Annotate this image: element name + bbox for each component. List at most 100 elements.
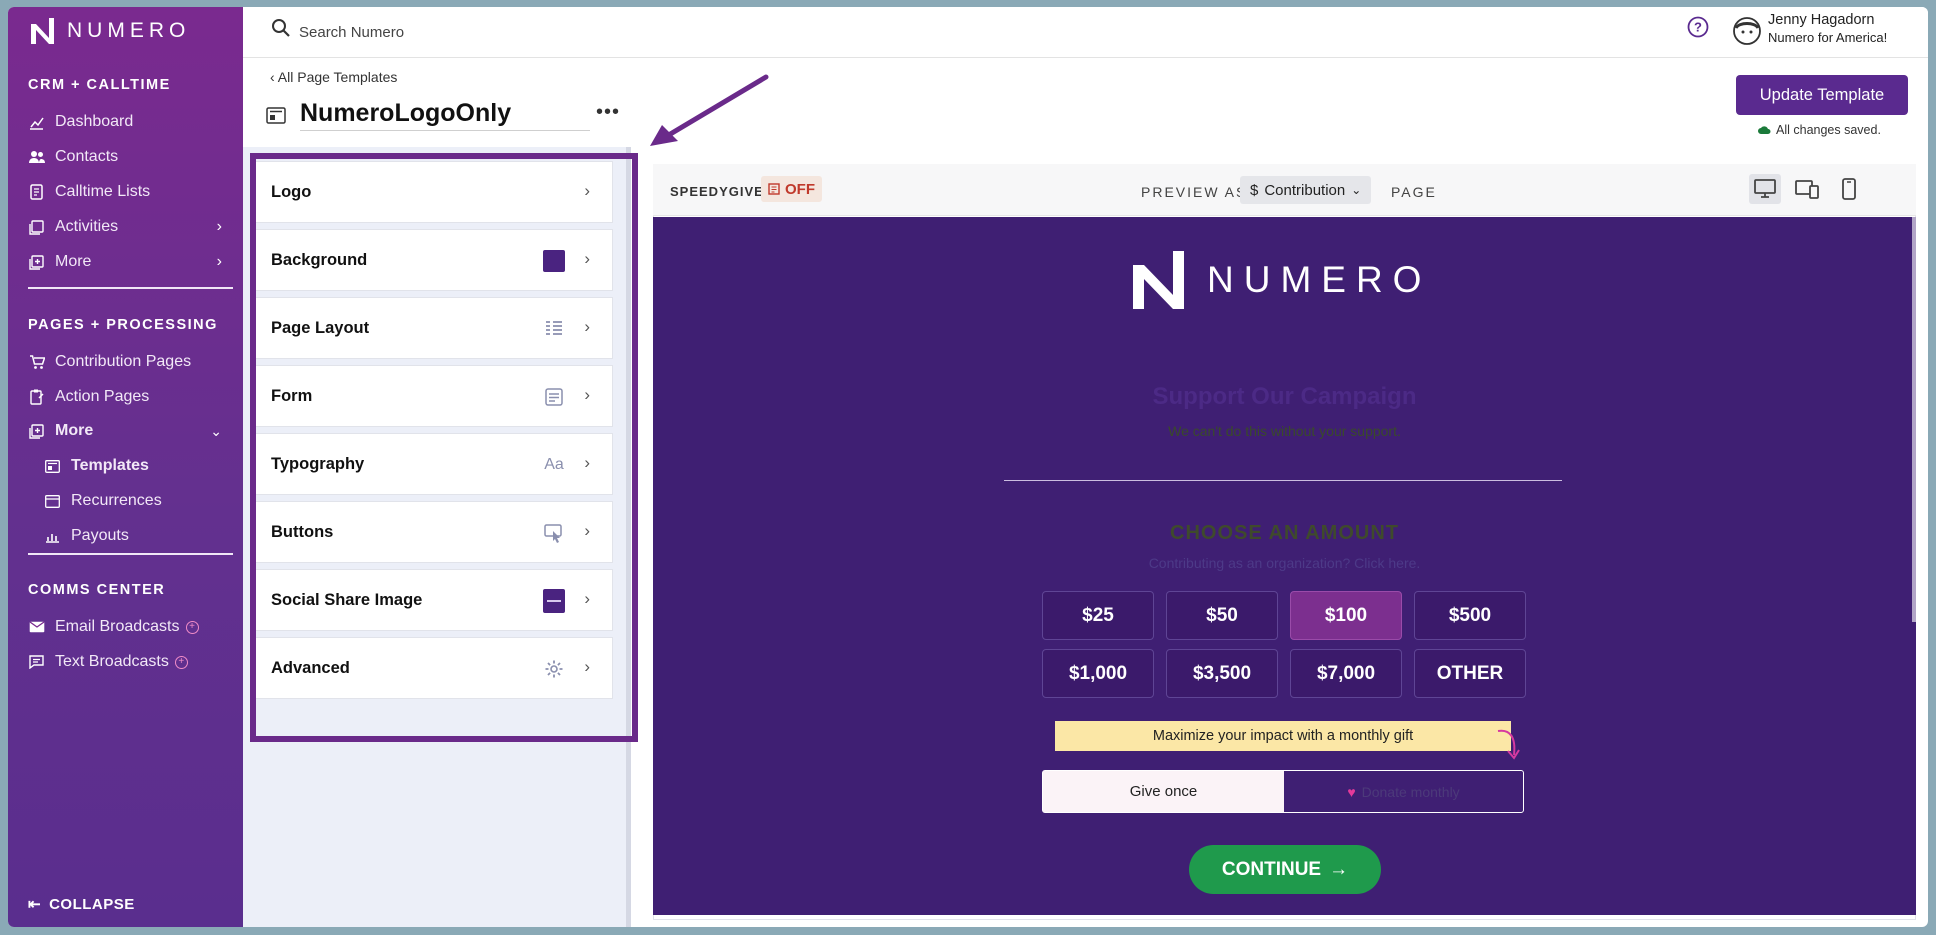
sidebar-item-label: Payouts xyxy=(71,527,129,544)
section-pages-processing: PAGES + PROCESSING xyxy=(28,317,218,333)
template-icon xyxy=(44,458,61,475)
sidebar-item-label: Calltime Lists xyxy=(55,183,151,200)
donate-monthly-option[interactable]: ♥ Donate monthly xyxy=(1284,771,1523,812)
clipboard-icon xyxy=(28,389,45,406)
mobile-icon xyxy=(1842,178,1856,200)
sidebar-item-templates[interactable]: Templates xyxy=(44,453,244,479)
sidebar-item-calltime-lists[interactable]: Calltime Lists xyxy=(28,179,228,205)
sidebar-item-action-pages[interactable]: Action Pages xyxy=(28,384,228,410)
desktop-view-button[interactable] xyxy=(1749,174,1781,204)
save-status: All changes saved. xyxy=(1758,123,1881,137)
payout-icon xyxy=(44,528,61,545)
sidebar-item-label: Dashboard xyxy=(55,113,134,130)
sidebar-item-label: Activities xyxy=(55,218,119,235)
speedygive-label: SPEEDYGIVE xyxy=(670,184,764,199)
sidebar: NUMERO CRM + CALLTIME Dashboard Contacts… xyxy=(8,7,243,927)
preview-page-label: PAGE xyxy=(1391,184,1437,200)
section-crm-calltime: CRM + CALLTIME xyxy=(28,77,171,93)
collapse-arrow-icon: ⇤ xyxy=(28,896,42,913)
preview-as-label: PREVIEW AS xyxy=(1141,184,1248,200)
amount-button[interactable]: $50 xyxy=(1166,591,1278,640)
tablet-view-button[interactable] xyxy=(1791,174,1823,204)
sidebar-item-label: Recurrences xyxy=(71,492,162,509)
dollar-icon: $ xyxy=(1250,181,1259,199)
sidebar-item-label: Contacts xyxy=(55,148,119,165)
sidebar-divider xyxy=(28,553,233,555)
add-icon[interactable]: + xyxy=(185,620,199,634)
search-input[interactable] xyxy=(299,19,799,45)
donate-monthly-label: Donate monthly xyxy=(1361,783,1460,800)
preview-scrollbar[interactable] xyxy=(1912,217,1916,622)
email-icon xyxy=(28,619,45,636)
amount-button[interactable]: $25 xyxy=(1042,591,1154,640)
section-comms-center: COMMS CENTER xyxy=(28,582,166,598)
app-window: NUMERO CRM + CALLTIME Dashboard Contacts… xyxy=(8,7,1928,927)
sidebar-item-payouts[interactable]: Payouts xyxy=(44,523,244,549)
user-organization: Numero for America! xyxy=(1768,30,1888,45)
text-icon xyxy=(28,654,45,671)
organization-link[interactable]: Contributing as an organization? Click h… xyxy=(653,555,1916,571)
amount-button[interactable]: $500 xyxy=(1414,591,1526,640)
continue-button[interactable]: CONTINUE → xyxy=(1189,845,1381,894)
sidebar-item-email-broadcasts[interactable]: Email Broadcasts + xyxy=(28,614,228,640)
logo-wordmark: NUMERO xyxy=(67,19,191,42)
preview-logo: NUMERO xyxy=(1133,251,1431,309)
gift-frequency-toggle: Give once ♥ Donate monthly xyxy=(1042,770,1524,813)
preview-divider xyxy=(1004,480,1562,481)
mobile-view-button[interactable] xyxy=(1833,174,1865,204)
chevron-down-icon: ⌄ xyxy=(210,422,222,439)
sidebar-item-dashboard[interactable]: Dashboard xyxy=(28,109,228,135)
search-icon xyxy=(272,19,290,37)
amount-button[interactable]: $1,000 xyxy=(1042,649,1154,698)
amount-other-button[interactable]: OTHER xyxy=(1414,649,1526,698)
more-options-icon[interactable]: ••• xyxy=(596,102,620,122)
more-icon xyxy=(28,423,45,440)
speedygive-toggle[interactable]: OFF xyxy=(761,176,822,202)
sidebar-item-contribution-pages[interactable]: Contribution Pages xyxy=(28,349,228,375)
update-template-button[interactable]: Update Template xyxy=(1736,75,1908,115)
amount-button-selected[interactable]: $100 xyxy=(1290,591,1402,640)
sidebar-item-recurrences[interactable]: Recurrences xyxy=(44,488,244,514)
phone-list-icon xyxy=(28,184,45,201)
preview-as-value: Contribution xyxy=(1264,181,1346,199)
arrow-right-icon: → xyxy=(1329,858,1349,880)
sidebar-item-label: Email Broadcasts xyxy=(55,618,180,635)
cloud-check-icon xyxy=(1758,126,1771,134)
preview-canvas: NUMERO Support Our Campaign We can't do … xyxy=(653,217,1916,915)
give-once-option[interactable]: Give once xyxy=(1043,771,1284,812)
sidebar-item-label: More xyxy=(55,253,92,270)
sidebar-item-more-pages[interactable]: More ⌄ xyxy=(28,418,228,444)
sidebar-item-label: Templates xyxy=(71,457,149,474)
user-name[interactable]: Jenny Hagadorn xyxy=(1768,12,1874,28)
numero-logo[interactable]: NUMERO xyxy=(31,15,190,47)
choose-amount-heading: CHOOSE AN AMOUNT xyxy=(1170,522,1399,544)
numero-mark-icon xyxy=(1133,251,1184,309)
sidebar-item-label: Action Pages xyxy=(55,388,150,405)
chevron-right-icon: › xyxy=(216,253,222,270)
chevron-right-icon: › xyxy=(216,218,222,235)
save-status-text: All changes saved. xyxy=(1776,123,1881,137)
top-bar: ? Jenny Hagadorn Numero for America! xyxy=(243,7,1928,58)
chevron-down-icon: ⌄ xyxy=(1351,183,1362,197)
collapse-button[interactable]: ⇤ COLLAPSE xyxy=(28,895,135,914)
curved-arrow-icon xyxy=(1497,729,1520,760)
add-icon[interactable]: + xyxy=(174,655,188,669)
sidebar-item-label: More xyxy=(55,422,94,439)
preview-title: Support Our Campaign xyxy=(1152,383,1417,410)
template-name-field[interactable]: NumeroLogoOnly xyxy=(300,99,590,131)
annotation-arrow-icon xyxy=(650,74,769,146)
speedygive-state: OFF xyxy=(785,180,815,198)
help-icon[interactable]: ? xyxy=(1687,16,1709,38)
sidebar-item-activities[interactable]: Activities › xyxy=(28,214,228,240)
breadcrumb[interactable]: ‹ All Page Templates xyxy=(270,69,397,85)
amount-button[interactable]: $3,500 xyxy=(1166,649,1278,698)
amount-button[interactable]: $7,000 xyxy=(1290,649,1402,698)
sidebar-item-more-crm[interactable]: More › xyxy=(28,249,228,275)
preview-as-select[interactable]: $ Contribution ⌄ xyxy=(1240,176,1372,204)
avatar[interactable] xyxy=(1733,17,1761,45)
preview-toolbar: SPEEDYGIVE OFF PREVIEW AS $ Contribution… xyxy=(653,164,1916,216)
collapse-label: COLLAPSE xyxy=(49,895,135,913)
sidebar-item-text-broadcasts[interactable]: Text Broadcasts + xyxy=(28,649,228,675)
sidebar-item-contacts[interactable]: Contacts xyxy=(28,144,228,170)
recurrence-icon xyxy=(44,493,61,510)
